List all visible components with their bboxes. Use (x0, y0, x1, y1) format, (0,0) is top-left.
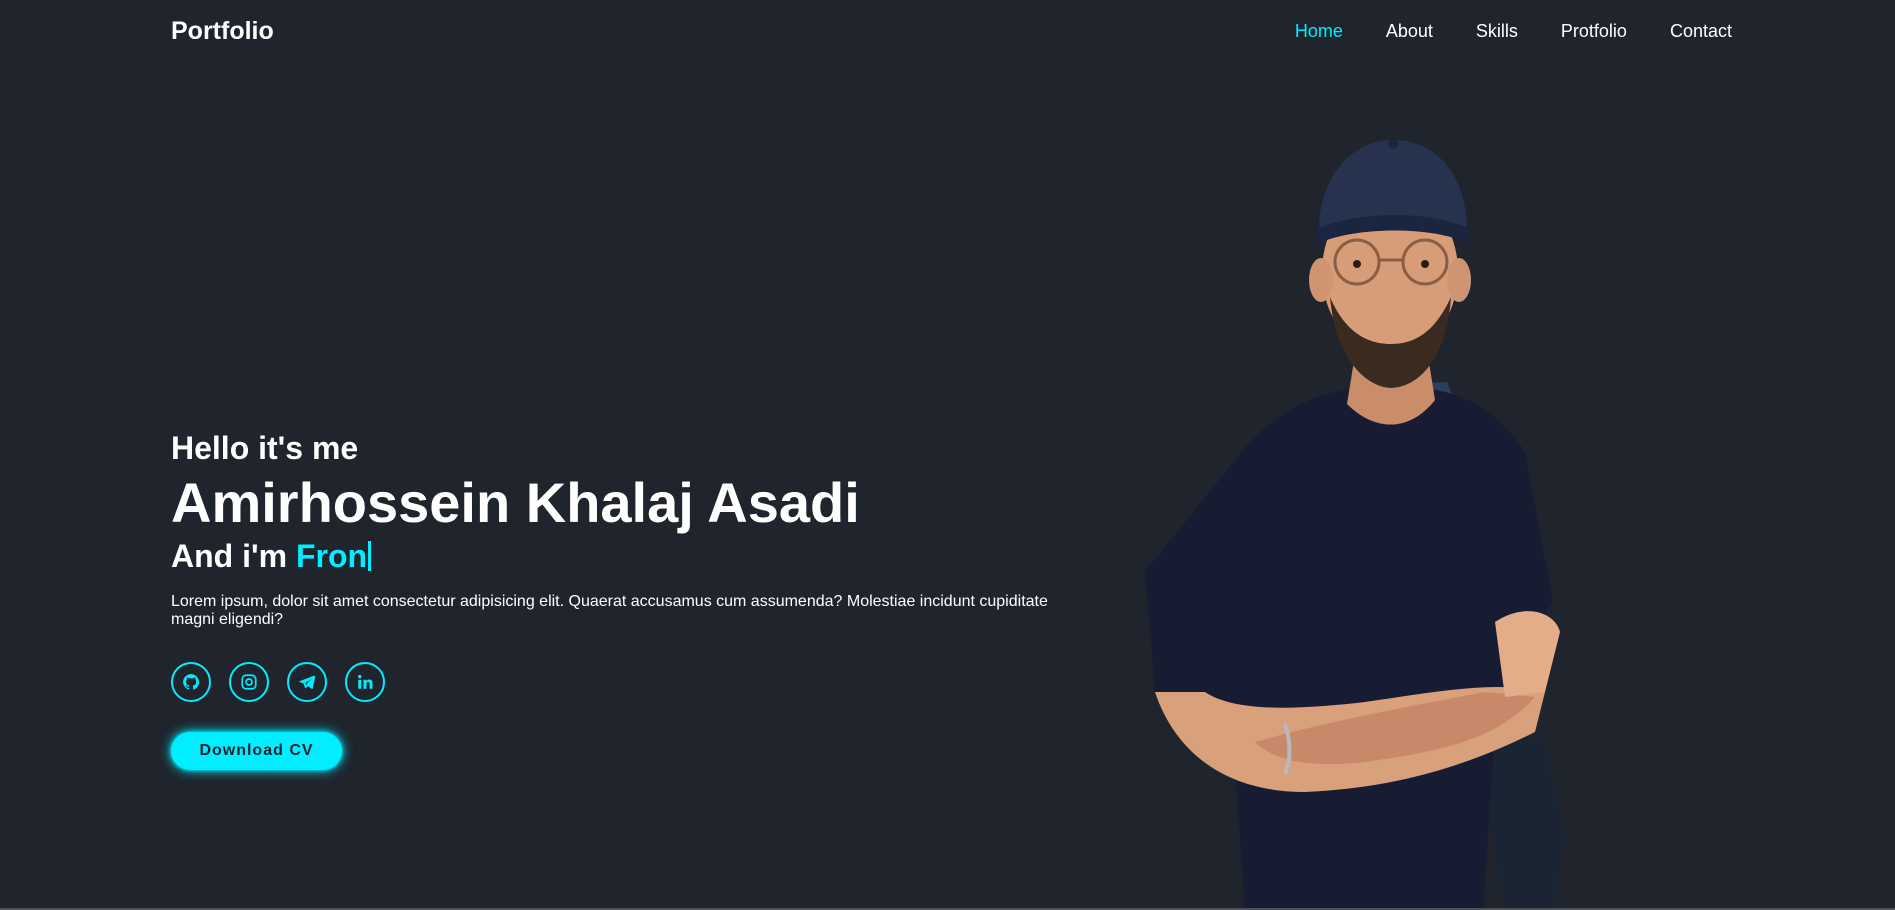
telegram-link[interactable] (287, 662, 327, 702)
linkedin-link[interactable] (345, 662, 385, 702)
typing-caret (368, 541, 372, 571)
role-typed-text: Fron (295, 538, 368, 574)
social-links (171, 662, 1071, 702)
site-header: Portfolio Home About Skills Protfolio Co… (0, 0, 1895, 62)
role-prefix: And i'm (171, 538, 288, 574)
nav-portfolio[interactable]: Protfolio (1561, 21, 1627, 42)
telegram-icon (299, 675, 316, 689)
download-cv-button[interactable]: Download CV (171, 732, 342, 770)
hero-description: Lorem ipsum, dolor sit amet consectetur … (171, 593, 1048, 628)
nav-about[interactable]: About (1386, 21, 1433, 42)
main-nav: Home About Skills Protfolio Contact (1295, 21, 1732, 42)
linkedin-icon (358, 674, 373, 689)
github-icon (183, 674, 200, 690)
hero-role: And i'm Fron (171, 536, 1071, 576)
profile-photo (1145, 139, 1565, 910)
nav-home[interactable]: Home (1295, 21, 1343, 42)
instagram-link[interactable] (229, 662, 269, 702)
github-link[interactable] (171, 662, 211, 702)
hero-greeting: Hello it's me (171, 430, 359, 466)
logo[interactable]: Portfolio (171, 17, 274, 46)
hero-section: Hello it's me Amirhossein Khalaj Asadi A… (171, 428, 1071, 770)
nav-skills[interactable]: Skills (1476, 21, 1518, 42)
hero-name: Amirhossein Khalaj Asadi (171, 471, 860, 534)
nav-contact[interactable]: Contact (1670, 21, 1732, 42)
instagram-icon (241, 674, 257, 690)
